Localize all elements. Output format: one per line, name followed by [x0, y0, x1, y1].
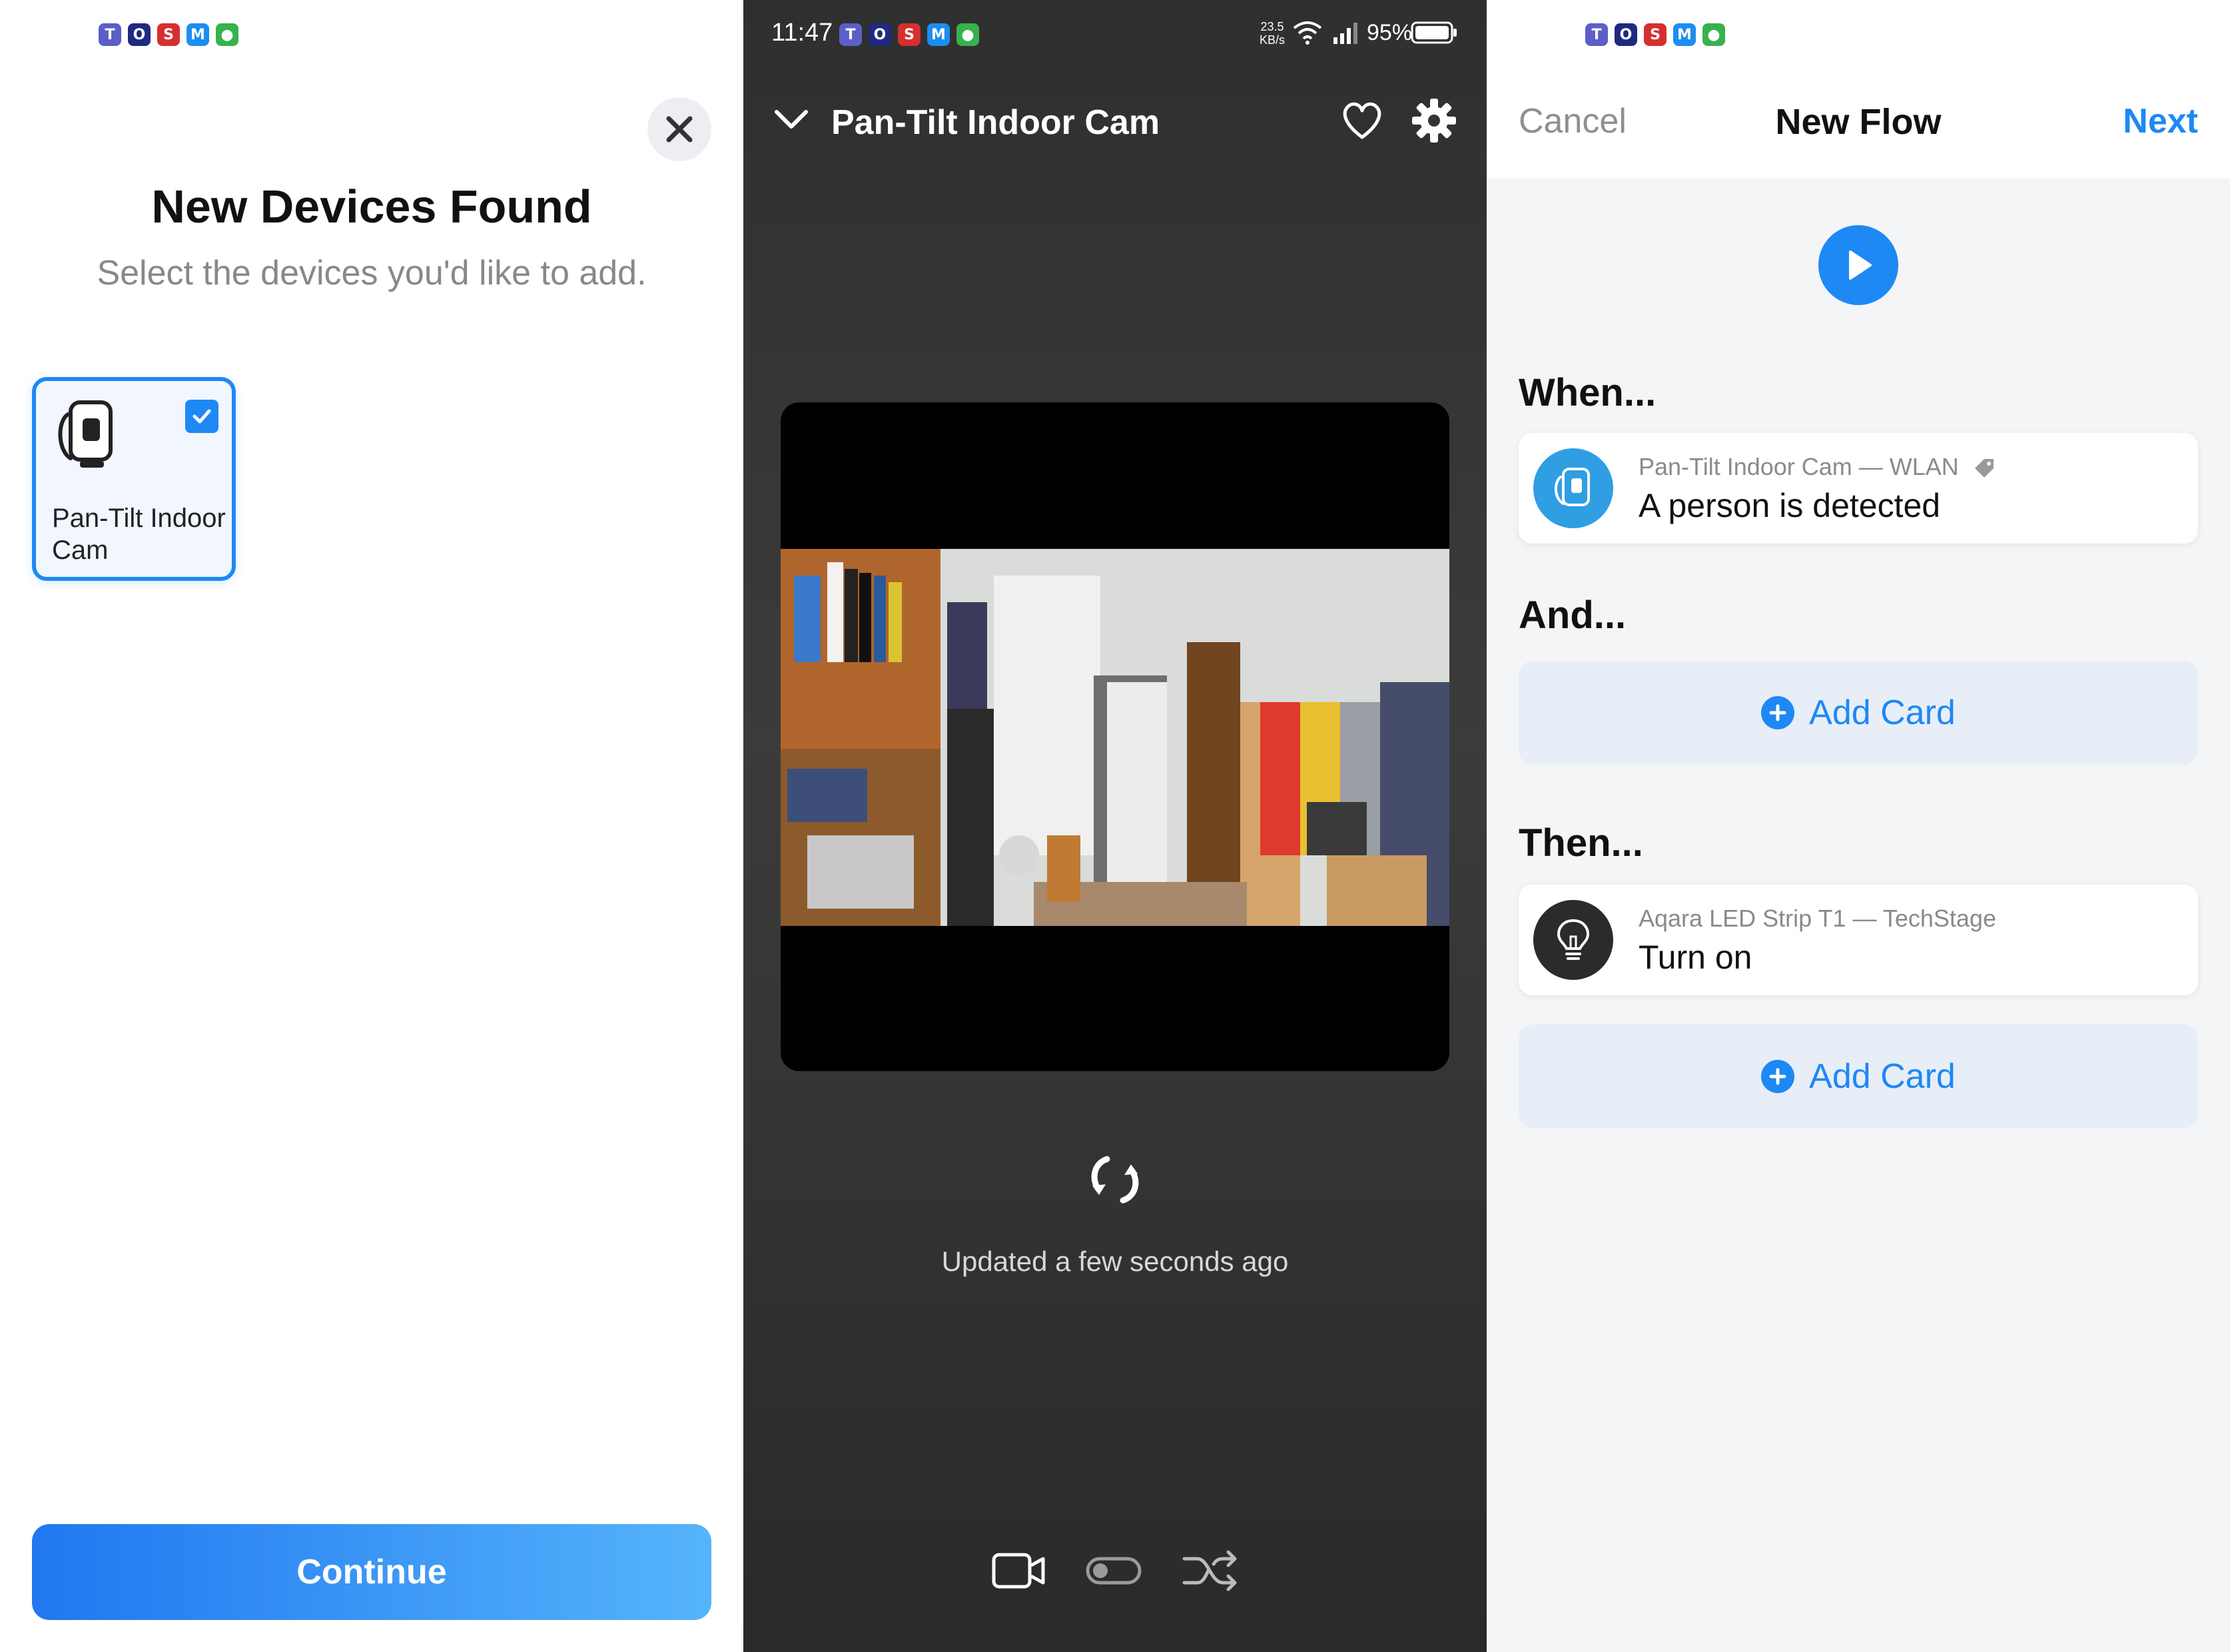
- device-checkbox[interactable]: [185, 400, 218, 433]
- camera-snapshot-image: [781, 549, 1449, 926]
- status-bar-app-icons: T O S M ●: [99, 21, 238, 48]
- then-heading: Then...: [1519, 821, 1643, 865]
- signal-icon: [1333, 23, 1357, 44]
- gear-icon[interactable]: [1411, 97, 1457, 144]
- s-app-icon: S: [1644, 23, 1667, 46]
- trigger-condition: A person is detected: [1639, 487, 1941, 524]
- then-action-card[interactable]: Aqara LED Strip T1 — TechStage Turn on: [1519, 885, 2198, 995]
- trigger-device-name: Pan-Tilt Indoor Cam — WLAN: [1639, 453, 1996, 481]
- device-label: Pan-Tilt Indoor Cam: [52, 504, 226, 565]
- add-card-label: Add Card: [1809, 1057, 1956, 1096]
- battery-percent: 95%: [1367, 20, 1413, 45]
- add-and-card-button[interactable]: Add Card: [1519, 661, 2198, 765]
- close-icon: [666, 116, 693, 143]
- camera-screen: 11:47 T O S M ● 23.5 KB/s 95% Pan-Tilt I…: [743, 0, 1487, 1652]
- wifi-icon: [1293, 21, 1322, 45]
- refresh-icon[interactable]: [1083, 1150, 1147, 1210]
- teams-icon: T: [1585, 23, 1608, 46]
- when-heading: When...: [1519, 371, 1657, 414]
- skype-icon: O: [128, 23, 151, 46]
- add-then-card-button[interactable]: Add Card: [1519, 1025, 2198, 1128]
- s-app-icon: S: [898, 23, 921, 46]
- live-video-frame[interactable]: [781, 402, 1449, 1071]
- skype-icon: O: [1615, 23, 1637, 46]
- shuffle-icon[interactable]: [1182, 1549, 1239, 1592]
- screenshot-root: T O S M ● New Devices Found Select the d…: [0, 0, 2230, 1652]
- skype-icon: O: [869, 23, 891, 46]
- continue-button[interactable]: Continue: [32, 1524, 711, 1620]
- outlook-icon: M: [1673, 23, 1696, 46]
- camera-app-icon: ●: [956, 23, 979, 46]
- lightbulb-icon: [1533, 900, 1613, 980]
- tag-icon: [1974, 459, 1994, 478]
- chevron-down-icon[interactable]: [773, 105, 810, 132]
- page-title: New Devices Found: [151, 181, 592, 232]
- plus-icon: [1761, 696, 1795, 729]
- s-app-icon: S: [157, 23, 180, 46]
- teams-icon: T: [99, 23, 121, 46]
- network-speed: 23.5 KB/s: [1259, 20, 1285, 47]
- outlook-icon: M: [186, 23, 209, 46]
- status-bar-app-icons: T O S M ●: [839, 21, 979, 48]
- page-subtitle: Select the devices you'd like to add.: [97, 254, 647, 292]
- plus-icon: [1761, 1060, 1795, 1093]
- status-bar-app-icons: T O S M ●: [1585, 21, 1725, 48]
- action-name: Turn on: [1639, 939, 1752, 976]
- add-device-screen: T O S M ● New Devices Found Select the d…: [0, 0, 743, 1652]
- camera-device-icon: [1533, 448, 1613, 528]
- add-card-label: Add Card: [1809, 693, 1956, 732]
- heart-icon[interactable]: [1340, 100, 1384, 141]
- updated-timestamp: Updated a few seconds ago: [941, 1246, 1289, 1277]
- teams-icon: T: [839, 23, 862, 46]
- checkmark-icon: [192, 409, 211, 424]
- when-trigger-card[interactable]: Pan-Tilt Indoor Cam — WLAN A person is d…: [1519, 433, 2198, 544]
- test-flow-button[interactable]: [1818, 225, 1898, 305]
- toggle-icon[interactable]: [1086, 1555, 1142, 1587]
- flow-header: T O S M ● Cancel New Flow Next: [1487, 0, 2230, 179]
- status-time: 11:47: [771, 19, 833, 47]
- play-icon: [1849, 250, 1872, 280]
- outlook-icon: M: [927, 23, 950, 46]
- camera-title: Pan-Tilt Indoor Cam: [831, 103, 1160, 142]
- battery-icon: [1411, 21, 1457, 44]
- action-device-name: Aqara LED Strip T1 — TechStage: [1639, 905, 1996, 932]
- camera-app-icon: ●: [216, 23, 238, 46]
- record-video-icon[interactable]: [991, 1552, 1047, 1589]
- camera-device-icon: [58, 400, 113, 468]
- close-button[interactable]: [647, 97, 711, 161]
- new-flow-screen: T O S M ● Cancel New Flow Next When... P…: [1487, 0, 2230, 1652]
- and-heading: And...: [1519, 594, 1627, 637]
- next-button[interactable]: Next: [2123, 101, 2198, 141]
- device-card-pan-tilt[interactable]: Pan-Tilt Indoor Cam: [32, 377, 236, 581]
- flow-title: New Flow: [1775, 102, 1942, 142]
- camera-app-icon: ●: [1702, 23, 1725, 46]
